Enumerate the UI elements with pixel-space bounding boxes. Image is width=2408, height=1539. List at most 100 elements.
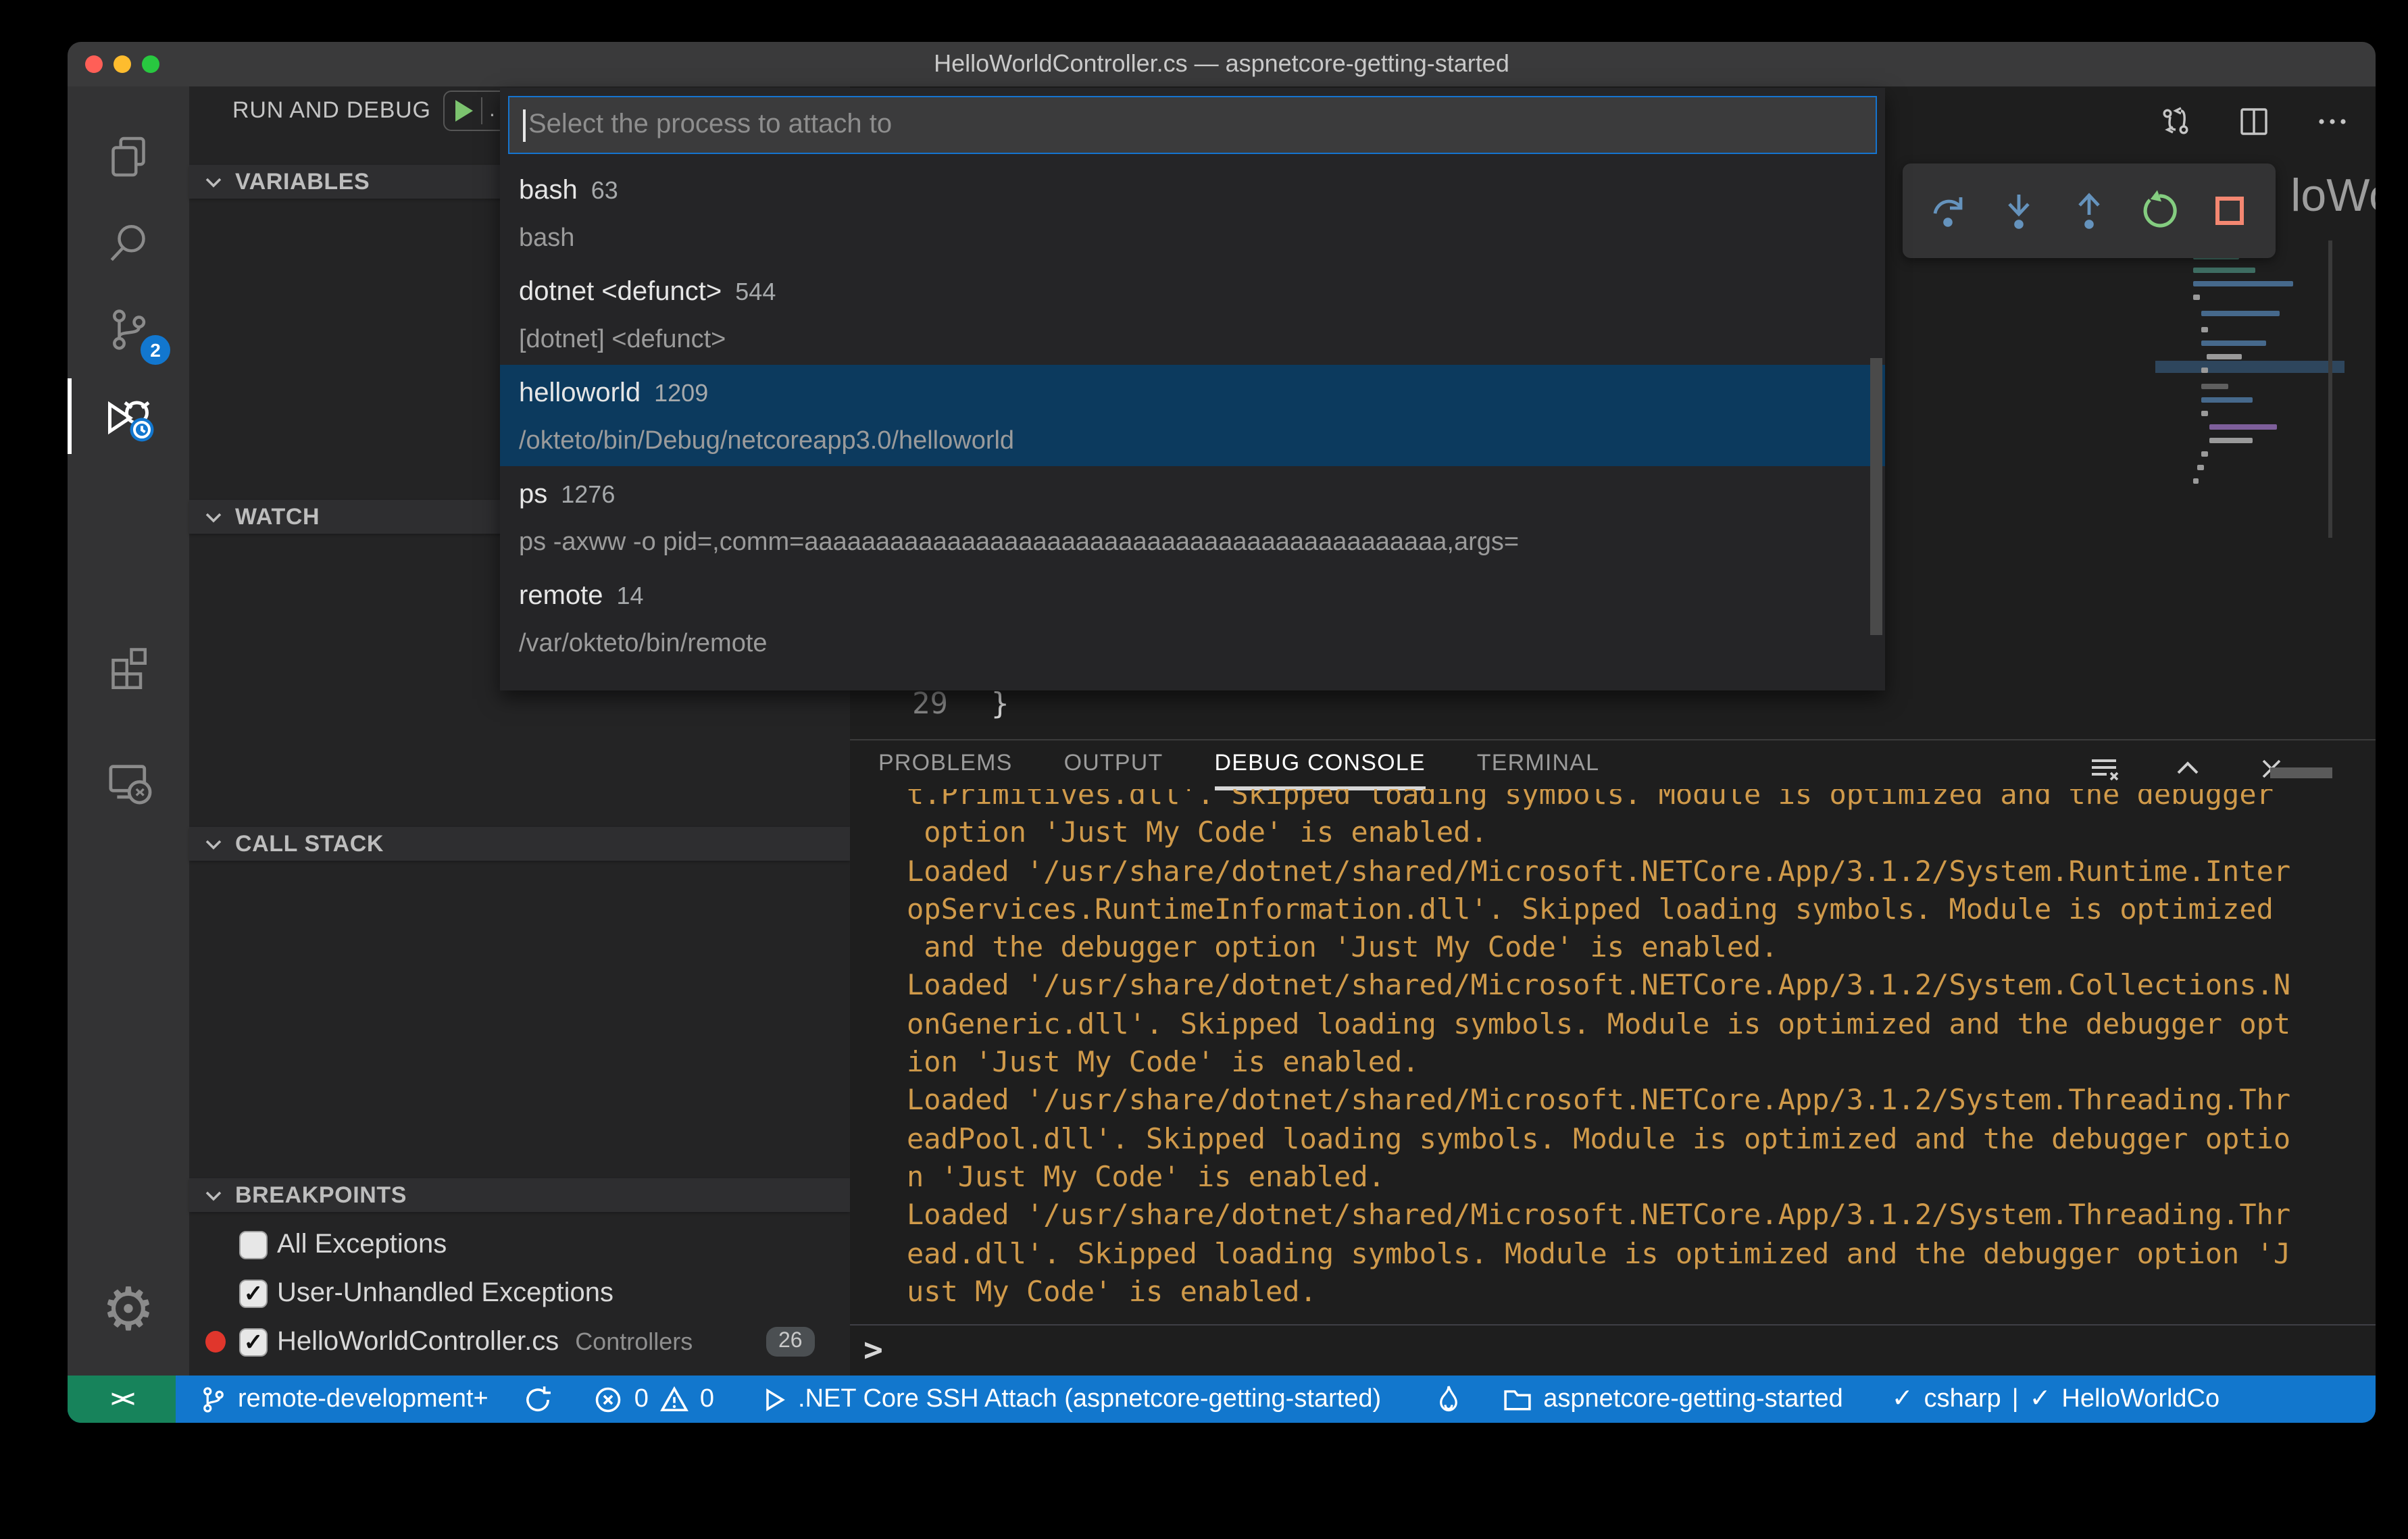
remote-indicator[interactable]: >< xyxy=(68,1376,176,1423)
quickpick-scrollbar-thumb[interactable] xyxy=(1870,358,1882,635)
activitybar-item-search[interactable] xyxy=(68,203,189,284)
chevron-down-icon xyxy=(205,1190,222,1201)
branch-name: remote-development+ xyxy=(238,1384,488,1413)
process-line: helloworld 1209 xyxy=(519,378,708,409)
okteto-status[interactable] xyxy=(1435,1383,1462,1415)
process-description: [dotnet] <defunct> xyxy=(519,326,726,354)
activitybar-item-run-and-debug[interactable] xyxy=(68,376,189,457)
folder-name: aspnetcore-getting-started xyxy=(1543,1384,1843,1413)
minimap-code-line xyxy=(2201,311,2280,316)
debug-repl[interactable]: > xyxy=(850,1324,2376,1376)
files-icon xyxy=(111,136,145,177)
breakpoint-checkbox[interactable]: ✓ xyxy=(239,1279,268,1307)
process-description: /okteto/bin/Debug/netcoreapp3.0/hellowor… xyxy=(519,427,1015,455)
activity-bar: 2 ⚙ xyxy=(68,86,189,1376)
quickpick-input[interactable]: Select the process to attach to xyxy=(508,96,1877,154)
console-line: opServices.RuntimeInformation.dll'. Skip… xyxy=(907,892,2274,926)
code-token: } xyxy=(991,688,1009,722)
settings-gear-icon[interactable]: ⚙ xyxy=(68,1270,189,1351)
maximize-panel-icon[interactable] xyxy=(2170,751,2205,786)
clear-console-icon[interactable] xyxy=(2086,751,2122,786)
tab-debug-console[interactable]: DEBUG CONSOLE xyxy=(1214,750,1426,790)
console-prompt-icon: > xyxy=(863,1331,883,1369)
console-line: eadPool.dll'. Skipped loading symbols. M… xyxy=(907,1122,2291,1155)
editor-scrollbar[interactable] xyxy=(2328,241,2332,538)
warnings-icon xyxy=(659,1385,688,1411)
line-number: 29 xyxy=(912,688,948,722)
open-changes-icon[interactable] xyxy=(2159,105,2192,138)
minimap-code-line xyxy=(2201,327,2208,332)
sidebar-title: RUN AND DEBUG xyxy=(232,97,431,123)
chevron-down-icon xyxy=(205,839,222,849)
debug-toolbar xyxy=(1903,163,2276,258)
tab-problems[interactable]: PROBLEMS xyxy=(878,750,1013,782)
process-name: ps xyxy=(519,480,548,509)
folder-status[interactable]: aspnetcore-getting-started xyxy=(1503,1384,1843,1414)
problems-status[interactable]: 0 0 xyxy=(594,1384,714,1414)
console-line: Loaded '/usr/share/dotnet/shared/Microso… xyxy=(907,1084,2291,1117)
split-editor-icon[interactable] xyxy=(2238,105,2270,138)
minimap-code-line xyxy=(2209,424,2277,430)
step-out-button[interactable] xyxy=(2067,189,2111,232)
activitybar-item-extensions[interactable] xyxy=(68,624,189,705)
tab-terminal[interactable]: TERMINAL xyxy=(1477,750,1600,782)
quickpick-list: bash 63 bash dotnet <defunct> 544 [dotnet] <d… xyxy=(500,162,1885,669)
console-line: Loaded '/usr/share/dotnet/shared/Microso… xyxy=(907,969,2291,1002)
start-debug-play-icon[interactable] xyxy=(455,100,473,122)
process-item-remote[interactable]: remote 14/var/okteto/bin/remote xyxy=(500,567,1885,669)
source-control-badge: 2 xyxy=(141,335,170,365)
window-title: HelloWorldController.cs — aspnetcore-get… xyxy=(934,50,1509,77)
desktop: HelloWorldController.cs — aspnetcore-get… xyxy=(0,0,2408,1539)
breakpoint-row[interactable]: All Exceptions xyxy=(189,1221,850,1267)
minimap-code-line xyxy=(2193,478,2199,484)
editor-tab-partial-label[interactable]: loWo xyxy=(2290,170,2376,223)
launch-separator xyxy=(481,97,482,124)
language-status[interactable]: ✓ csharp | ✓ HelloWorldCo xyxy=(1892,1384,2219,1415)
more-actions-icon[interactable] xyxy=(2316,105,2349,138)
breakpoint-label: All Exceptions xyxy=(277,1229,447,1259)
breakpoint-row[interactable]: ✓ HelloWorldController.cs Controllers 26 xyxy=(189,1319,850,1365)
breakpoint-checkbox[interactable] xyxy=(239,1230,268,1259)
language-name: csharp xyxy=(1924,1384,2001,1413)
activitybar-item-explorer[interactable] xyxy=(68,116,189,197)
quickpick-placeholder: Select the process to attach to xyxy=(528,109,893,139)
step-over-button[interactable] xyxy=(1927,189,1970,232)
tab-output[interactable]: OUTPUT xyxy=(1064,750,1163,782)
stop-button[interactable] xyxy=(2208,189,2251,232)
breakpoint-checkbox[interactable]: ✓ xyxy=(239,1328,268,1356)
process-name: bash xyxy=(519,176,578,205)
remote-explorer-icon xyxy=(109,765,152,805)
process-pid: 1209 xyxy=(654,380,709,407)
section-label: CALL STACK xyxy=(235,830,384,856)
panel-scrollbar-thumb[interactable] xyxy=(2270,767,2332,778)
git-branch-status[interactable]: remote-development+ xyxy=(200,1384,488,1414)
play-icon xyxy=(766,1388,784,1411)
minimap[interactable] xyxy=(2193,241,2342,551)
process-pid: 1276 xyxy=(561,481,616,508)
process-item-helloworld[interactable]: helloworld 1209/okteto/bin/Debug/netcorea… xyxy=(500,365,1885,466)
breakpoint-path: Controllers xyxy=(575,1328,693,1355)
activitybar-item-source-control[interactable]: 2 xyxy=(68,289,189,370)
console-line: ead.dll'. Skipped loading symbols. Modul… xyxy=(907,1237,2291,1270)
quickpick-dropdown: Select the process to attach to bash 63 ba… xyxy=(500,88,1885,690)
process-pid: 63 xyxy=(591,177,618,204)
minimap-code-line xyxy=(2201,384,2228,389)
console-line: ust My Code' is enabled. xyxy=(907,1275,1317,1308)
launch-config-dropdown[interactable]: . xyxy=(489,99,495,123)
section-call-stack[interactable]: CALL STACK xyxy=(189,827,850,861)
minimap-code-line xyxy=(2209,438,2253,443)
sync-button[interactable] xyxy=(524,1384,553,1414)
process-item-ps[interactable]: ps 1276 ps -axww -o pid=,comm=aaaaaaaaaaaa… xyxy=(500,466,1885,567)
console-output[interactable]: t.Primitives.dll'. Skipped loading symbo… xyxy=(907,789,2362,1324)
process-item-bash[interactable]: bash 63 bash xyxy=(500,162,1885,263)
breakpoint-row[interactable]: ✓ User-Unhandled Exceptions xyxy=(189,1270,850,1316)
check-icon: ✓ xyxy=(1891,1385,1913,1413)
process-pid: 544 xyxy=(735,278,776,305)
panel-actions xyxy=(2086,751,2289,786)
debug-config-status[interactable]: .NET Core SSH Attach (aspnetcore-getting… xyxy=(760,1384,1381,1414)
activitybar-item-remote-explorer[interactable] xyxy=(68,740,189,822)
process-item-dotnet-defunct-[interactable]: dotnet <defunct> 544 [dotnet] <defunct> xyxy=(500,263,1885,365)
restart-button[interactable] xyxy=(2138,189,2181,232)
step-into-button[interactable] xyxy=(1997,189,2040,232)
section-breakpoints[interactable]: BREAKPOINTS xyxy=(189,1178,850,1212)
